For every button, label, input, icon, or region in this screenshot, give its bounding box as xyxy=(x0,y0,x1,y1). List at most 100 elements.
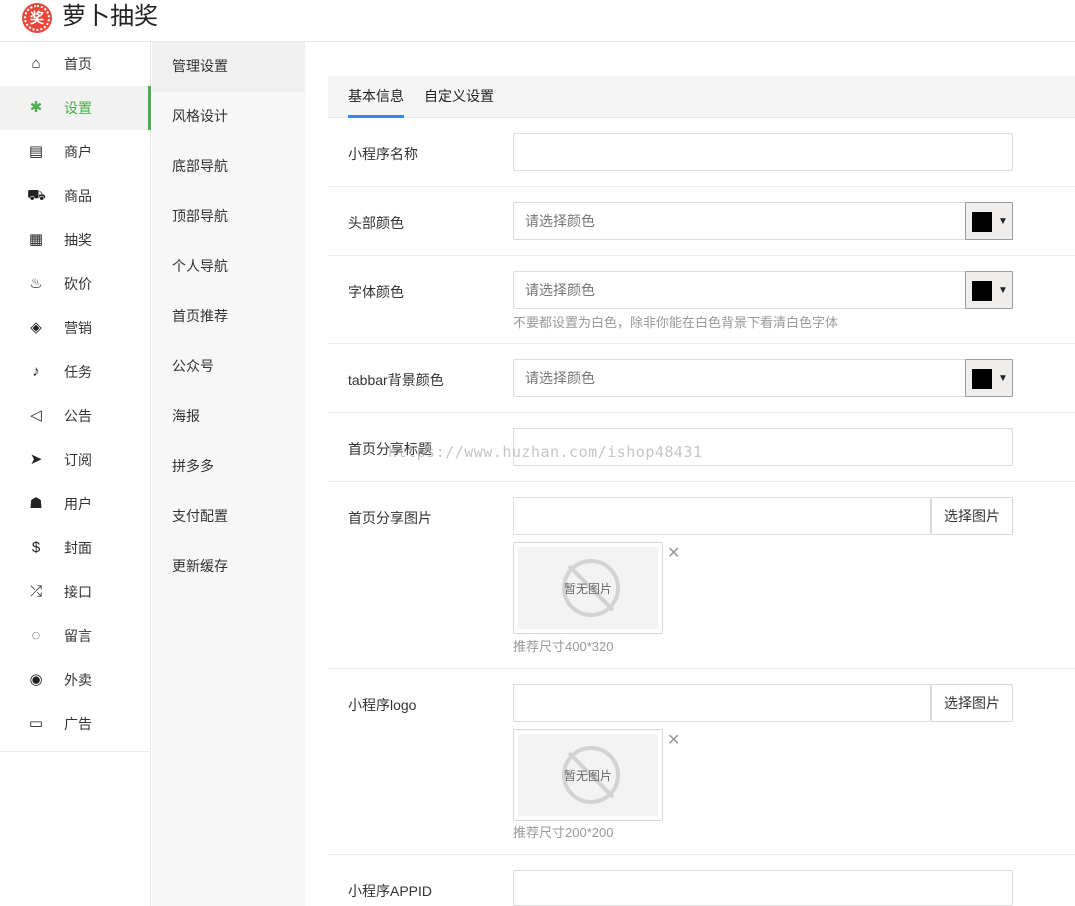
sidebar-item-label: 砍价 xyxy=(64,276,92,292)
app-logo-size-note: 推荐尺寸200*200 xyxy=(513,825,614,840)
subnav-item[interactable]: 个人导航 xyxy=(152,242,305,292)
sidebar-item[interactable]: ⤮ 接口 xyxy=(0,570,151,614)
sidebar-item-label: 抽奖 xyxy=(64,232,92,248)
subnav-item[interactable]: 顶部导航 xyxy=(152,192,305,242)
app-logo-preview: 暂无图片 xyxy=(513,729,663,821)
sidebar-item[interactable]: ▤ 商户 xyxy=(0,130,151,174)
menu-icon: ♨ xyxy=(29,275,43,292)
sidebar-item-label: 广告 xyxy=(64,716,92,732)
subnav-item[interactable]: 底部导航 xyxy=(152,142,305,192)
sidebar-item[interactable]: ▭ 广告 xyxy=(0,702,151,746)
sidebar-item-label: 营销 xyxy=(64,320,92,336)
choose-logo-button[interactable]: 选择图片 xyxy=(931,684,1013,722)
sidebar-item[interactable]: ♨ 砍价 xyxy=(0,262,151,306)
sidebar-item-label: 公告 xyxy=(64,408,92,424)
app-logo-label: 小程序logo xyxy=(348,697,417,713)
menu-icon: ▭ xyxy=(28,715,44,732)
header-color-input[interactable]: 请选择颜色 xyxy=(513,202,966,240)
sidebar-item[interactable]: ⌂ 首页 xyxy=(0,42,151,86)
sidebar-item-label: 任务 xyxy=(64,364,92,380)
menu-icon: ◈ xyxy=(30,319,42,336)
form-row-font-color: 字体颜色 请选择颜色 ▼ 不要都设置为白色，除非你能在白色背景下看清白色字体 xyxy=(328,256,1075,344)
tabbar-color-label: tabbar背景颜色 xyxy=(348,372,444,388)
sidebar-item[interactable]: ☗ 用户 xyxy=(0,482,151,526)
font-color-input[interactable]: 请选择颜色 xyxy=(513,271,966,309)
sidebar-item-label: 留言 xyxy=(64,628,92,644)
sidebar-item[interactable]: ⛟ 商品 xyxy=(0,174,151,218)
sidebar-item-label: 设置 xyxy=(64,100,92,116)
subnav-item[interactable]: 管理设置 xyxy=(152,42,305,92)
font-color-label: 字体颜色 xyxy=(348,284,404,300)
font-color-picker[interactable]: ▼ xyxy=(965,271,1013,309)
app-name-input[interactable] xyxy=(513,133,1013,171)
close-icon[interactable]: ✕ xyxy=(667,546,680,562)
watermark-text: https://www.huzhan.com/ishop48431 xyxy=(388,443,703,461)
close-icon[interactable]: ✕ xyxy=(667,733,680,749)
app-header: 奖 萝卜抽奖 xyxy=(0,0,1075,42)
subnav-item[interactable]: 首页推荐 xyxy=(152,292,305,342)
header-color-picker[interactable]: ▼ xyxy=(965,202,1013,240)
app-id-input[interactable] xyxy=(513,870,1013,906)
subnav-item[interactable]: 更新缓存 xyxy=(152,542,305,592)
form-row-tabbar-color: tabbar背景颜色 请选择颜色 ▼ xyxy=(328,344,1075,413)
sidebar-item[interactable]: ▦ 抽奖 xyxy=(0,218,151,262)
menu-icon: ▤ xyxy=(28,143,44,160)
tabbar-color-input[interactable]: 请选择颜色 xyxy=(513,359,966,397)
chevron-down-icon: ▼ xyxy=(998,373,1008,384)
sidebar-item[interactable]: ♪ 任务 xyxy=(0,350,151,394)
menu-icon: ⌂ xyxy=(31,55,41,72)
sidebar-item[interactable]: ◈ 营销 xyxy=(0,306,151,350)
subnav-item[interactable]: 拼多多 xyxy=(152,442,305,492)
color-swatch xyxy=(972,212,992,232)
subnav-item[interactable]: 风格设计 xyxy=(152,92,305,142)
sidebar-item[interactable]: ◁ 公告 xyxy=(0,394,151,438)
tabbar-color-picker[interactable]: ▼ xyxy=(965,359,1013,397)
app-logo-input[interactable] xyxy=(513,684,931,722)
sidebar-item-label: 订阅 xyxy=(64,452,92,468)
chevron-down-icon: ▼ xyxy=(998,285,1008,296)
form-row-app-name: 小程序名称 xyxy=(328,118,1075,187)
tab-custom-settings[interactable]: 自定义设置 xyxy=(424,76,494,118)
menu-icon: ◌ xyxy=(31,627,41,644)
choose-share-image-button[interactable]: 选择图片 xyxy=(931,497,1013,535)
app-title: 萝卜抽奖 xyxy=(62,3,158,30)
sidebar-item-label: 接口 xyxy=(64,584,92,600)
menu-icon: ⛟ xyxy=(27,187,46,204)
subnav-item[interactable]: 公众号 xyxy=(152,342,305,392)
sidebar-item-label: 用户 xyxy=(64,496,92,512)
app-id-label: 小程序APPID xyxy=(348,883,433,899)
share-image-size-note: 推荐尺寸400*320 xyxy=(513,639,614,654)
menu-icon: ⤮ xyxy=(29,583,42,600)
sidebar-item[interactable]: ◌ 留言 xyxy=(0,614,151,658)
menu-icon: ◁ xyxy=(30,407,42,424)
form-row-app-logo: 小程序logo 选择图片 暂无图片 ✕ 推荐尺寸200*200 xyxy=(328,669,1075,855)
share-image-input[interactable] xyxy=(513,497,931,535)
sidebar-item[interactable]: ◉ 外卖 xyxy=(0,658,151,702)
chevron-down-icon: ▼ xyxy=(998,216,1008,227)
font-color-hint: 不要都设置为白色，除非你能在白色背景下看清白色字体 xyxy=(513,315,839,330)
sidebar-item-label: 商品 xyxy=(64,188,92,204)
form-row-app-id: 小程序APPID xyxy=(328,855,1075,906)
sidebar-menu: ⌂ 首页 ✱ 设置 ▤ 商户 ⛟ 商品 ▦ 抽奖 ♨ 砍价 ◈ 营销 ♪ 任务 ◁ 公告 ➤ 订阅 ☗ 用户 $ 封面 ⤮ 接口 ◌… xyxy=(0,42,151,752)
form-row-share-image: 首页分享图片 选择图片 暂无图片 ✕ 推荐尺寸400*320 xyxy=(328,482,1075,669)
menu-icon: ▦ xyxy=(28,231,44,248)
menu-icon: ☗ xyxy=(29,495,43,512)
header-color-label: 头部颜色 xyxy=(348,215,404,231)
color-swatch xyxy=(972,281,992,301)
sidebar-item[interactable]: $ 封面 xyxy=(0,526,151,570)
sidebar-item-label: 首页 xyxy=(64,56,92,72)
sidebar-item[interactable]: ✱ 设置 xyxy=(0,86,151,130)
menu-icon: ♪ xyxy=(32,363,40,380)
subnav-item[interactable]: 支付配置 xyxy=(152,492,305,542)
subnav-item[interactable]: 海报 xyxy=(152,392,305,442)
tab-basic-info[interactable]: 基本信息 xyxy=(348,76,404,118)
sidebar-item[interactable]: ➤ 订阅 xyxy=(0,438,151,482)
sidebar: ⌂ 首页 ✱ 设置 ▤ 商户 ⛟ 商品 ▦ 抽奖 ♨ 砍价 ◈ 营销 ♪ 任务 ◁ 公告 ➤ 订阅 ☗ 用户 $ 封面 ⤮ 接口 ◌… xyxy=(0,42,151,906)
menu-icon: $ xyxy=(31,539,41,556)
menu-icon: ◉ xyxy=(29,671,43,688)
form-row-header-color: 头部颜色 请选择颜色 ▼ xyxy=(328,187,1075,256)
main-panel: 基本信息 自定义设置 小程序名称 头部颜色 请选择颜色 ▼ 字体颜色 请选择颜色… xyxy=(318,56,1075,906)
share-image-label: 首页分享图片 xyxy=(348,510,432,526)
no-image-text: 暂无图片 xyxy=(563,582,612,596)
sidebar-item-label: 外卖 xyxy=(64,672,92,688)
